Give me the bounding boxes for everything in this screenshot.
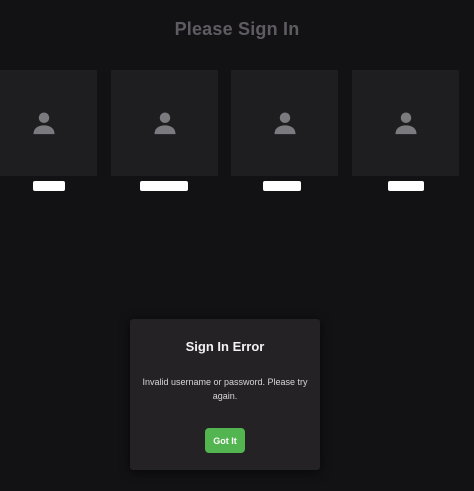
person-icon bbox=[392, 109, 420, 137]
sign-in-error-dialog: Sign In Error Invalid username or passwo… bbox=[130, 319, 320, 470]
dialog-message: Invalid username or password. Please try… bbox=[142, 377, 308, 401]
user-name-redacted bbox=[140, 181, 188, 191]
user-name-redacted bbox=[263, 181, 301, 191]
user-card-2[interactable] bbox=[111, 70, 218, 176]
got-it-button[interactable]: Got It bbox=[205, 428, 245, 453]
user-card-3[interactable] bbox=[231, 70, 338, 176]
user-name-redacted bbox=[33, 181, 65, 191]
user-name-redacted bbox=[388, 181, 424, 191]
page-title: Please Sign In bbox=[174, 19, 300, 39]
user-card-4[interactable] bbox=[352, 70, 459, 176]
user-card-1[interactable] bbox=[0, 70, 97, 176]
person-icon bbox=[30, 109, 58, 137]
person-icon bbox=[151, 109, 179, 137]
dialog-title: Sign In Error bbox=[185, 339, 265, 354]
user-list bbox=[0, 70, 474, 200]
person-icon bbox=[271, 109, 299, 137]
